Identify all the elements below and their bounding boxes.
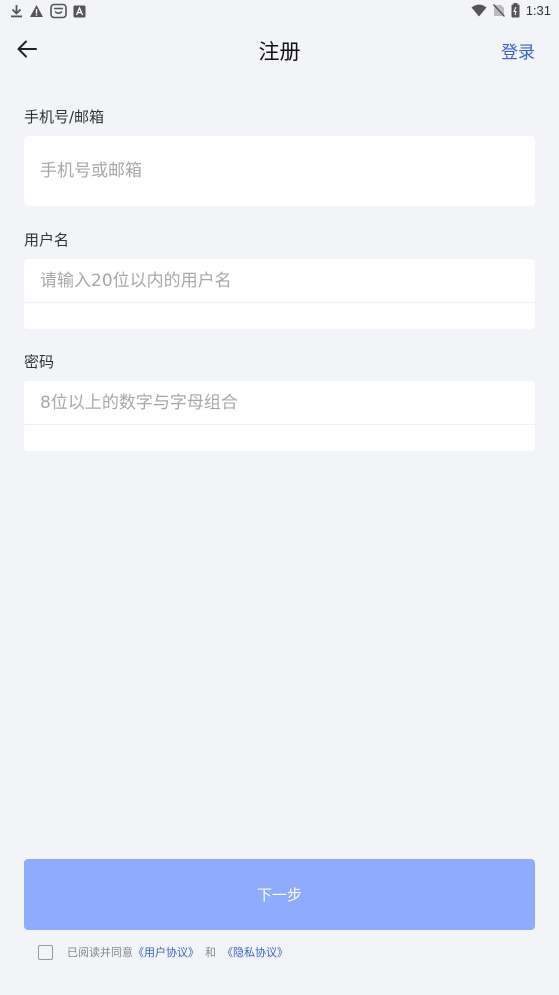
back-arrow-icon	[17, 40, 37, 58]
agreement-conjunction: 和	[205, 946, 216, 959]
account-label: 手机号/邮箱	[24, 108, 105, 126]
privacy-policy-link[interactable]: 《隐私协议》	[222, 944, 288, 960]
account-field-box	[24, 136, 535, 206]
status-bar: 1:31	[0, 0, 559, 24]
page-title: 注册	[258, 40, 301, 64]
agreement-prefix: 已阅读并同意	[67, 946, 133, 959]
app-header: 注册 登录	[0, 24, 559, 74]
password-label: 密码	[24, 353, 55, 371]
user-agreement-link[interactable]: 《用户协议》	[133, 944, 199, 960]
download-icon	[11, 5, 22, 18]
font-app-icon	[73, 5, 86, 17]
next-step-button[interactable]: 下一步	[24, 859, 535, 930]
password-field-box	[24, 381, 535, 451]
battery-icon	[511, 3, 520, 18]
wifi-icon	[471, 4, 487, 17]
no-sim-icon	[492, 4, 505, 17]
password-input[interactable]	[24, 381, 535, 424]
status-bar-right: 1:31	[471, 3, 551, 18]
username-input[interactable]	[24, 259, 535, 302]
username-field-box	[24, 259, 535, 329]
login-link[interactable]: 登录	[501, 38, 535, 63]
password-divider	[24, 424, 535, 425]
agreement-checkbox[interactable]	[38, 944, 53, 960]
status-bar-left	[10, 3, 86, 19]
username-divider	[24, 302, 535, 303]
notification-app-icon	[50, 3, 67, 19]
username-label: 用户名	[24, 231, 70, 249]
agreement-row: 已阅读并同意 《用户协议》 和 《隐私协议》	[38, 944, 288, 960]
status-time: 1:31	[525, 3, 551, 18]
account-input[interactable]	[24, 136, 535, 206]
back-button[interactable]	[14, 36, 40, 62]
warning-icon	[30, 5, 43, 17]
